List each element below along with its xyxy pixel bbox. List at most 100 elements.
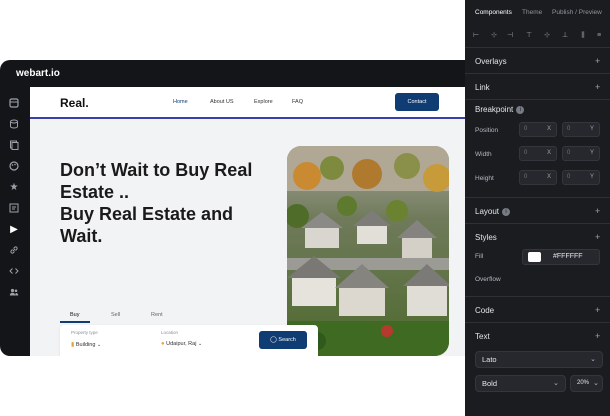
link-section[interactable]: Link + — [465, 74, 610, 100]
align-top-icon[interactable]: ⊤ — [525, 32, 533, 40]
plus-icon[interactable]: + — [595, 83, 600, 92]
editor-window: webart.io ★ ▶ Real. Home About US Explor… — [0, 60, 468, 356]
code-title: Code — [475, 306, 495, 315]
property-type-value: Building — [75, 342, 96, 348]
chevron-down-icon: ⌄ — [96, 342, 102, 348]
axis-x-label: X — [546, 126, 551, 132]
font-family-value: Lato — [482, 355, 497, 364]
chevron-down-icon: ⌄ — [590, 356, 596, 363]
fill-label: Fill — [475, 253, 484, 260]
height-x-value: 0 — [524, 174, 528, 180]
hero-line: Buy Real Estate and — [60, 204, 234, 224]
overlays-section[interactable]: Overlays + — [465, 48, 610, 74]
database-icon[interactable] — [8, 119, 20, 131]
fill-color-value: #FFFFFF — [553, 253, 583, 260]
link-icon[interactable] — [8, 245, 20, 257]
users-icon[interactable] — [8, 287, 20, 299]
location-label: Location — [161, 330, 179, 335]
layout-section[interactable]: Layout i + — [465, 198, 610, 224]
search-button[interactable]: ◯ Search — [259, 331, 307, 349]
breakpoint-section: Breakpoint i Position 0X 0Y Width 0X 0Y H… — [465, 100, 610, 198]
property-type-select[interactable]: ▮ Building ⌄ — [71, 341, 101, 348]
distribute-v-icon[interactable]: ≡ — [595, 32, 603, 40]
tab-sell[interactable]: Sell — [111, 312, 120, 318]
layout-label: Layout — [475, 207, 500, 216]
width-y-value: 0 — [567, 150, 571, 156]
width-y-input[interactable]: 0Y — [562, 146, 600, 161]
position-y-input[interactable]: 0Y — [562, 122, 600, 137]
height-label: Height — [475, 175, 494, 182]
chevron-down-icon: ⌄ — [197, 341, 203, 347]
position-y-value: 0 — [567, 126, 571, 132]
star-icon[interactable]: ★ — [8, 182, 20, 194]
layout-title: Layout i — [475, 207, 511, 216]
hero-line: Don’t Wait to Buy Real — [60, 160, 253, 180]
breakpoint-label: Breakpoint — [475, 105, 514, 114]
fill-color-input[interactable]: #FFFFFF — [522, 249, 600, 265]
align-center-v-icon[interactable]: ⊹ — [543, 32, 551, 40]
axis-x-label: X — [546, 174, 551, 180]
nav-link-faq[interactable]: FAQ — [292, 99, 303, 105]
align-bottom-icon[interactable]: ⊥ — [561, 32, 569, 40]
link-title: Link — [475, 83, 490, 92]
site-navbar: Real. Home About US Explore FAQ Contact — [30, 87, 468, 119]
hero-line: Estate .. — [60, 182, 130, 202]
building-icon: ▮ — [71, 342, 75, 348]
chevron-down-icon: ⌄ — [593, 380, 599, 387]
distribute-h-icon[interactable]: ⫼ — [579, 32, 587, 40]
site-logo[interactable]: Real. — [60, 96, 89, 110]
contact-button[interactable]: Contact — [395, 93, 439, 111]
pages-icon[interactable] — [8, 140, 20, 152]
position-x-input[interactable]: 0X — [519, 122, 557, 137]
text-title: Text — [475, 332, 490, 341]
font-family-select[interactable]: Lato ⌄ — [475, 351, 603, 368]
align-right-icon[interactable]: ⊣ — [506, 32, 514, 40]
play-icon[interactable]: ▶ — [8, 224, 20, 236]
font-size-value: 20% — [577, 380, 590, 386]
design-canvas[interactable]: Real. Home About US Explore FAQ Contact … — [30, 87, 468, 356]
plus-icon[interactable]: + — [595, 57, 600, 66]
align-center-h-icon[interactable]: ⊹ — [490, 32, 498, 40]
axis-y-label: Y — [589, 126, 594, 132]
search-button-label: Search — [278, 337, 296, 343]
tab-publish-preview[interactable]: Publish / Preview — [552, 9, 602, 16]
height-y-input[interactable]: 0Y — [562, 170, 600, 185]
properties-panel: Components Theme Publish / Preview ⊢ ⊹ ⊣… — [465, 0, 610, 416]
code-section[interactable]: Code + — [465, 297, 610, 323]
nav-link-home[interactable]: Home — [173, 99, 188, 105]
search-icon: ◯ — [270, 337, 277, 343]
info-icon[interactable]: i — [502, 208, 511, 216]
info-icon[interactable]: i — [516, 106, 525, 114]
location-value: Udaipur, Raj — [166, 341, 197, 347]
plus-icon[interactable]: + — [595, 233, 600, 242]
tab-rent[interactable]: Rent — [151, 312, 163, 318]
plus-icon[interactable]: + — [595, 306, 600, 315]
code-icon[interactable] — [8, 266, 20, 278]
tab-theme[interactable]: Theme — [522, 9, 542, 16]
width-x-input[interactable]: 0X — [519, 146, 557, 161]
plus-icon[interactable]: + — [595, 332, 600, 341]
palette-icon[interactable] — [8, 161, 20, 173]
width-label: Width — [475, 151, 492, 158]
tab-components[interactable]: Components — [475, 9, 512, 16]
nav-link-explore[interactable]: Explore — [254, 99, 273, 105]
height-x-input[interactable]: 0X — [519, 170, 557, 185]
nav-link-about[interactable]: About US — [210, 99, 234, 105]
overflow-label: Overflow — [475, 276, 501, 283]
font-size-select[interactable]: 20% ⌄ — [570, 375, 603, 392]
text-icon[interactable] — [8, 203, 20, 215]
plus-icon[interactable]: + — [595, 207, 600, 216]
align-left-icon[interactable]: ⊢ — [472, 32, 480, 40]
property-type-label: Property type — [71, 330, 98, 335]
fill-color-swatch[interactable] — [528, 252, 541, 262]
font-weight-select[interactable]: Bold ⌄ — [475, 375, 566, 392]
tab-buy[interactable]: Buy — [70, 312, 79, 318]
tool-rail: ★ ▶ — [0, 92, 30, 356]
hero-line: Wait. — [60, 226, 103, 246]
location-select[interactable]: ● Udaipur, Raj ⌄ — [161, 341, 202, 347]
alignment-toolbar: ⊢ ⊹ ⊣ ⊤ ⊹ ⊥ ⫼ ≡ — [465, 24, 610, 48]
axis-x-label: X — [546, 150, 551, 156]
location-pin-icon: ● — [161, 341, 165, 347]
layers-icon[interactable] — [8, 98, 20, 110]
position-x-value: 0 — [524, 126, 528, 132]
